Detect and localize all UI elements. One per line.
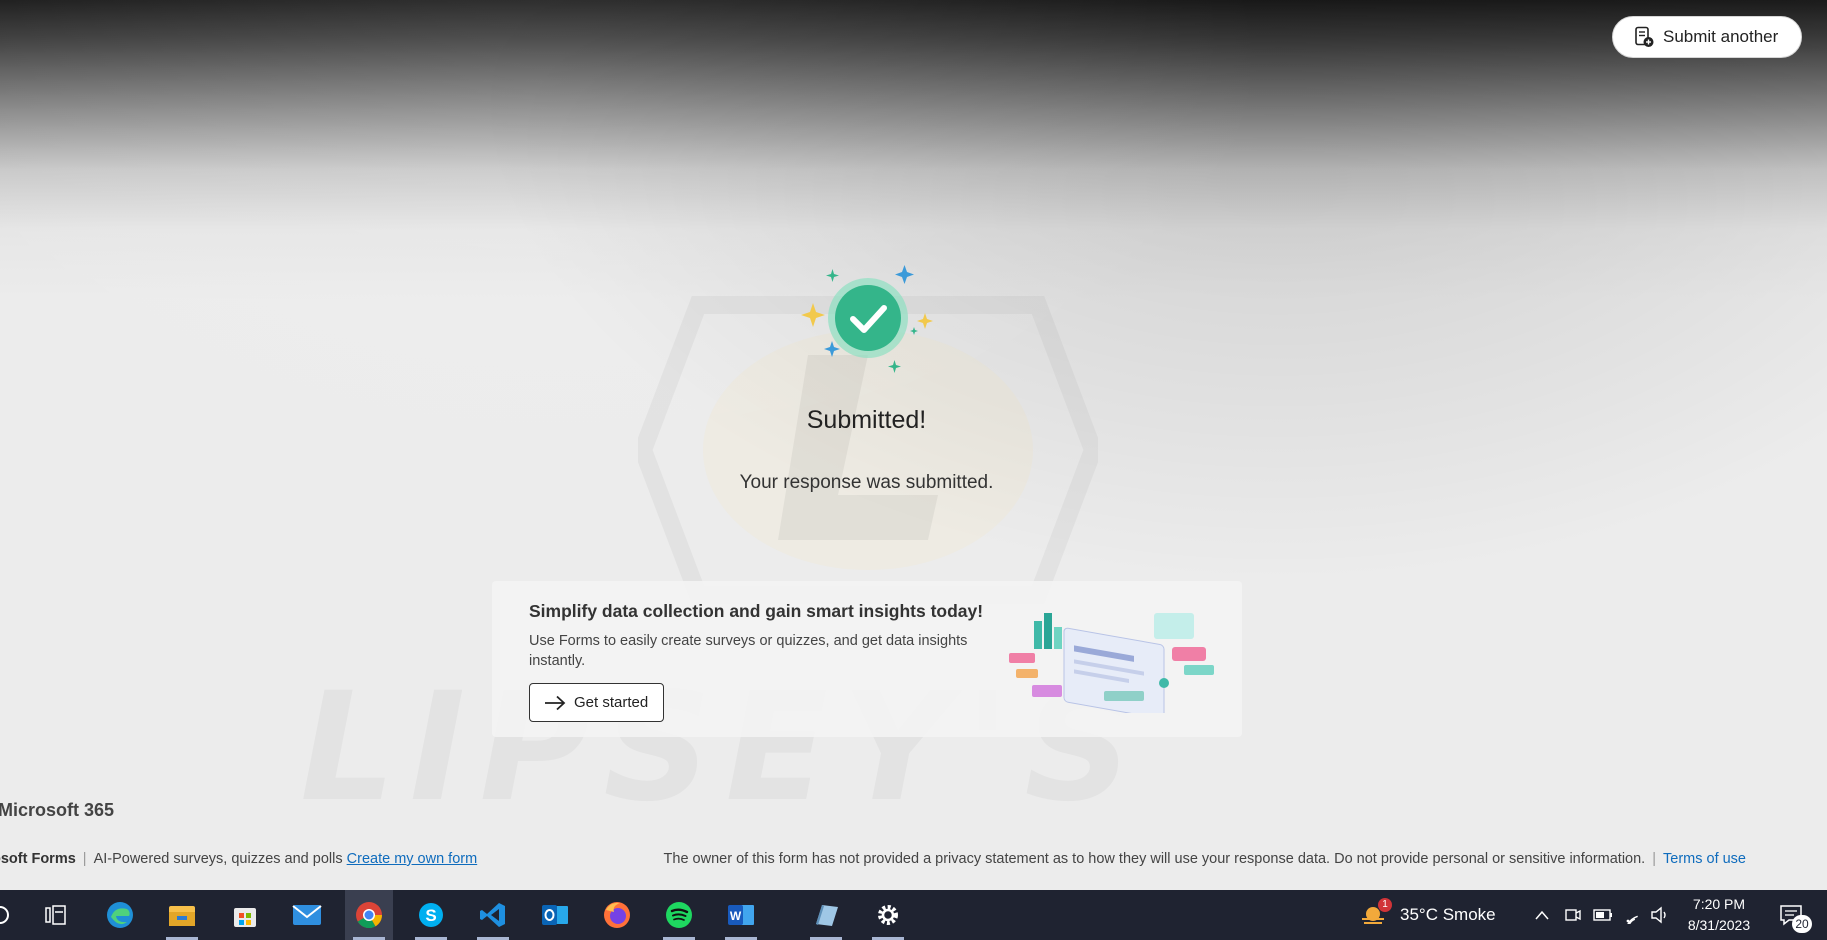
footer-right: The owner of this form has not provided …: [664, 851, 1746, 867]
submit-another-label: Submit another: [1663, 27, 1779, 46]
footer-left: osoft Forms | AI-Powered surveys, quizzes …: [0, 851, 477, 867]
settings-icon[interactable]: [864, 890, 912, 940]
notification-center-icon[interactable]: 20: [1766, 890, 1816, 940]
system-clock[interactable]: 7:20 PM 8/31/2023: [1684, 894, 1754, 936]
forms-illustration: [1009, 613, 1214, 713]
arrow-right-icon: [545, 695, 566, 710]
clock-time: 7:20 PM: [1692, 896, 1746, 912]
file-explorer-icon[interactable]: [158, 890, 206, 940]
promo-text: Use Forms to easily create surveys or qu…: [529, 633, 968, 669]
notes-icon[interactable]: [802, 890, 850, 940]
promo-card: Simplify data collection and gain smart …: [492, 581, 1242, 737]
weather-icon[interactable]: 1: [1350, 890, 1398, 940]
store-icon[interactable]: [221, 890, 269, 940]
notification-count: 20: [1792, 915, 1812, 933]
terms-of-use-link[interactable]: Terms of use: [1663, 851, 1746, 867]
svg-text:S: S: [425, 906, 436, 925]
form-add-icon: [1635, 26, 1654, 47]
forms-tagline: AI-Powered surveys, quizzes and polls: [93, 851, 343, 867]
create-my-own-form-link[interactable]: Create my own form: [347, 851, 478, 867]
get-started-label: Get started: [574, 694, 649, 711]
mail-icon[interactable]: [283, 890, 331, 940]
divider: |: [82, 851, 87, 867]
confirmation-message: Your response was submitted.: [739, 472, 994, 493]
volume-icon[interactable]: [1642, 890, 1678, 940]
task-view-icon[interactable]: [32, 890, 80, 940]
search-icon[interactable]: [0, 890, 24, 940]
get-started-button[interactable]: Get started: [529, 683, 664, 722]
forms-brand: osoft Forms: [0, 851, 76, 867]
firefox-icon[interactable]: [593, 890, 641, 940]
divider: |: [1652, 851, 1656, 867]
weather-badge: 1: [1378, 898, 1392, 912]
word-icon[interactable]: W: [717, 890, 765, 940]
windows-taskbar: S W 1 35°C Smoke 7:20 PM 8/31/2023 20: [0, 890, 1827, 940]
chrome-icon[interactable]: [345, 890, 393, 940]
vscode-icon[interactable]: [469, 890, 517, 940]
privacy-notice: The owner of this form has not provided …: [663, 851, 1646, 867]
svg-text:W: W: [730, 909, 742, 923]
outlook-icon[interactable]: [531, 890, 579, 940]
edge-icon[interactable]: [96, 890, 144, 940]
promo-heading: Simplify data collection and gain smart …: [529, 601, 984, 621]
skype-icon[interactable]: S: [407, 890, 455, 940]
weather-text[interactable]: 35°C Smoke: [1400, 890, 1496, 940]
success-checkmark-icon: [801, 265, 933, 373]
microsoft-365-logo-text: Microsoft 365: [0, 800, 115, 820]
confirmation-title: Submitted!: [806, 406, 927, 434]
clock-date: 8/31/2023: [1687, 917, 1751, 933]
spotify-icon[interactable]: [655, 890, 703, 940]
submit-another-button[interactable]: Submit another: [1612, 16, 1802, 58]
